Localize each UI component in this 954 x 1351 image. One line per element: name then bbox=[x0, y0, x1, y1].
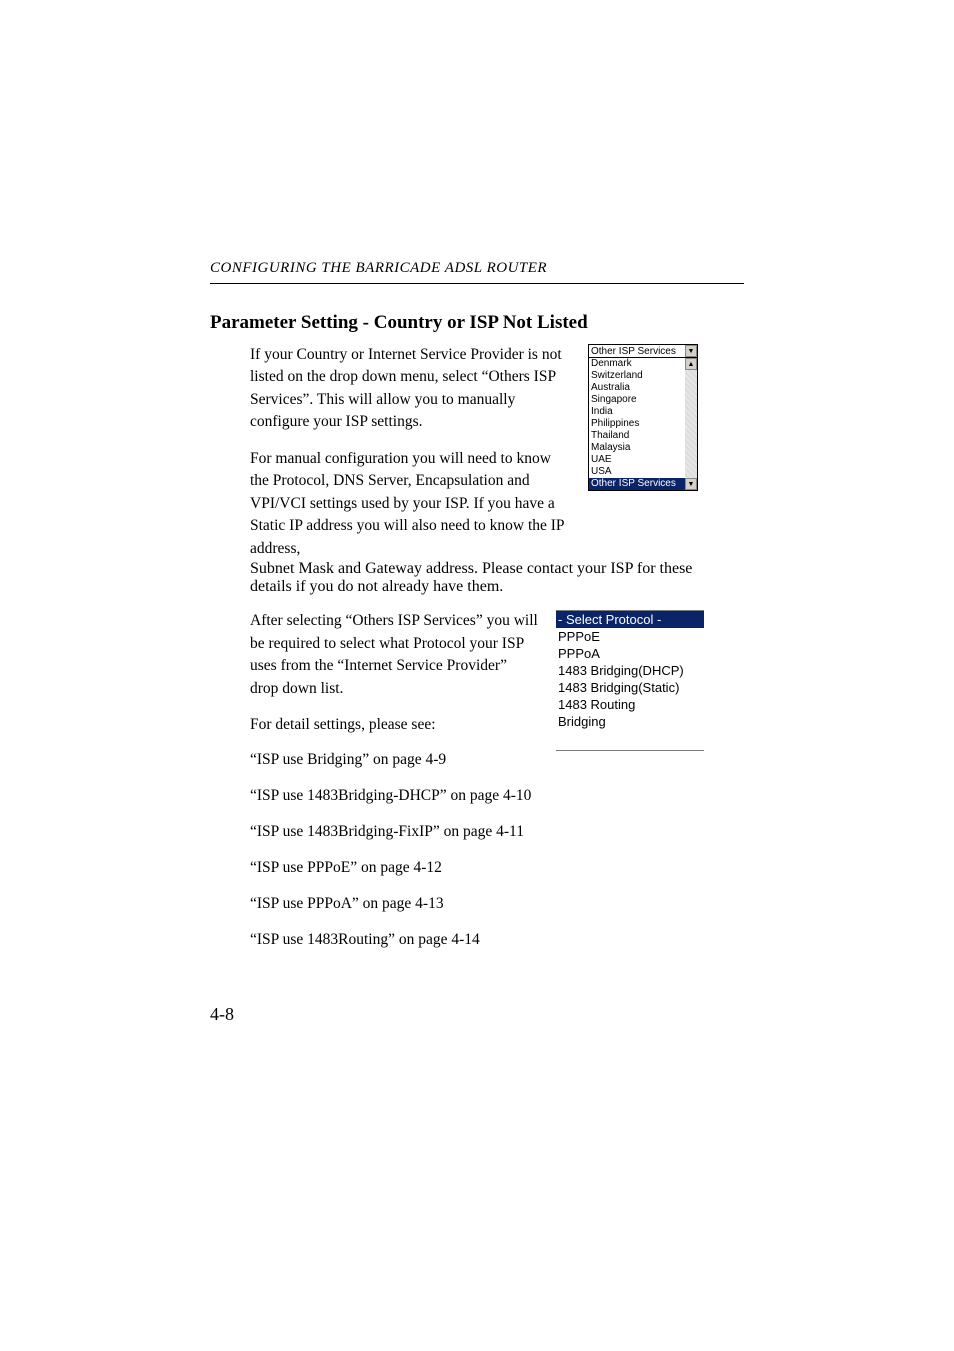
paragraph-after-select: After selecting “Others ISP Services” yo… bbox=[210, 610, 538, 700]
scroll-track[interactable] bbox=[685, 370, 697, 478]
protocol-option[interactable]: 1483 Bridging(Static) bbox=[556, 679, 704, 696]
cross-reference-line: “ISP use Bridging” on page 4-9 bbox=[210, 751, 744, 769]
cross-reference-line: “ISP use 1483Bridging-DHCP” on page 4-10 bbox=[210, 787, 744, 805]
intro-text-col: If your Country or Internet Service Prov… bbox=[210, 344, 570, 560]
country-dropdown[interactable]: Other ISP Services ▼ DenmarkSwitzerlandA… bbox=[588, 344, 698, 560]
protocol-option[interactable]: 1483 Routing bbox=[556, 696, 704, 713]
protocol-option[interactable]: - Select Protocol - bbox=[556, 611, 704, 628]
country-dropdown-selected-text: Other ISP Services bbox=[589, 346, 685, 357]
page: CONFIGURING THE BARRICADE ADSL ROUTER Pa… bbox=[0, 0, 954, 1351]
row-intro: If your Country or Internet Service Prov… bbox=[210, 344, 744, 560]
protocol-option[interactable]: PPPoA bbox=[556, 645, 704, 662]
cross-reference-line: “ISP use PPPoA” on page 4-13 bbox=[210, 895, 744, 913]
row-protocol: After selecting “Others ISP Services” yo… bbox=[210, 610, 744, 750]
paragraph-manual-a: For manual configuration you will need t… bbox=[210, 448, 570, 560]
country-option[interactable]: Other ISP Services bbox=[589, 478, 685, 490]
country-option[interactable]: Switzerland bbox=[589, 370, 685, 382]
country-option[interactable]: Singapore bbox=[589, 394, 685, 406]
section-heading: Parameter Setting - Country or ISP Not L… bbox=[210, 312, 744, 334]
paragraph-detail-see: For detail settings, please see: bbox=[210, 714, 538, 736]
country-option[interactable]: UAE bbox=[589, 454, 685, 466]
protocol-option[interactable]: PPPoE bbox=[556, 628, 704, 645]
protocol-option[interactable]: 1483 Bridging(DHCP) bbox=[556, 662, 704, 679]
chevron-down-icon[interactable]: ▼ bbox=[685, 345, 697, 357]
protocol-text-col: After selecting “Others ISP Services” yo… bbox=[210, 610, 538, 750]
country-option[interactable]: Australia bbox=[589, 382, 685, 394]
country-option[interactable]: India bbox=[589, 406, 685, 418]
scroll-up-icon[interactable]: ▲ bbox=[685, 358, 697, 370]
running-head: CONFIGURING THE BARRICADE ADSL ROUTER bbox=[210, 260, 744, 277]
country-option[interactable]: USA bbox=[589, 466, 685, 478]
paragraph-manual-b: Subnet Mask and Gateway address. Please … bbox=[210, 560, 710, 596]
country-option[interactable]: Denmark bbox=[589, 358, 685, 370]
country-option[interactable]: Philippines bbox=[589, 418, 685, 430]
scroll-down-icon[interactable]: ▼ bbox=[685, 478, 697, 490]
country-option[interactable]: Thailand bbox=[589, 430, 685, 442]
header-rule bbox=[210, 283, 744, 284]
paragraph-intro: If your Country or Internet Service Prov… bbox=[210, 344, 570, 434]
cross-reference-line: “ISP use PPPoE” on page 4-12 bbox=[210, 859, 744, 877]
scrollbar[interactable]: ▲ ▼ bbox=[685, 358, 697, 490]
country-dropdown-selected[interactable]: Other ISP Services ▼ bbox=[588, 344, 698, 358]
country-dropdown-list[interactable]: DenmarkSwitzerlandAustraliaSingaporeIndi… bbox=[589, 358, 685, 490]
cross-reference-line: “ISP use 1483Bridging-FixIP” on page 4-1… bbox=[210, 823, 744, 841]
cross-reference-line: “ISP use 1483Routing” on page 4-14 bbox=[210, 931, 744, 949]
page-number: 4-8 bbox=[210, 1004, 234, 1025]
protocol-dropdown-list[interactable]: - Select Protocol -PPPoEPPPoA1483 Bridgi… bbox=[556, 610, 704, 750]
country-dropdown-list-wrap: DenmarkSwitzerlandAustraliaSingaporeIndi… bbox=[588, 358, 698, 491]
protocol-option[interactable]: Bridging bbox=[556, 713, 704, 730]
country-option[interactable]: Malaysia bbox=[589, 442, 685, 454]
cross-references: “ISP use Bridging” on page 4-9 “ISP use 1… bbox=[210, 751, 744, 949]
